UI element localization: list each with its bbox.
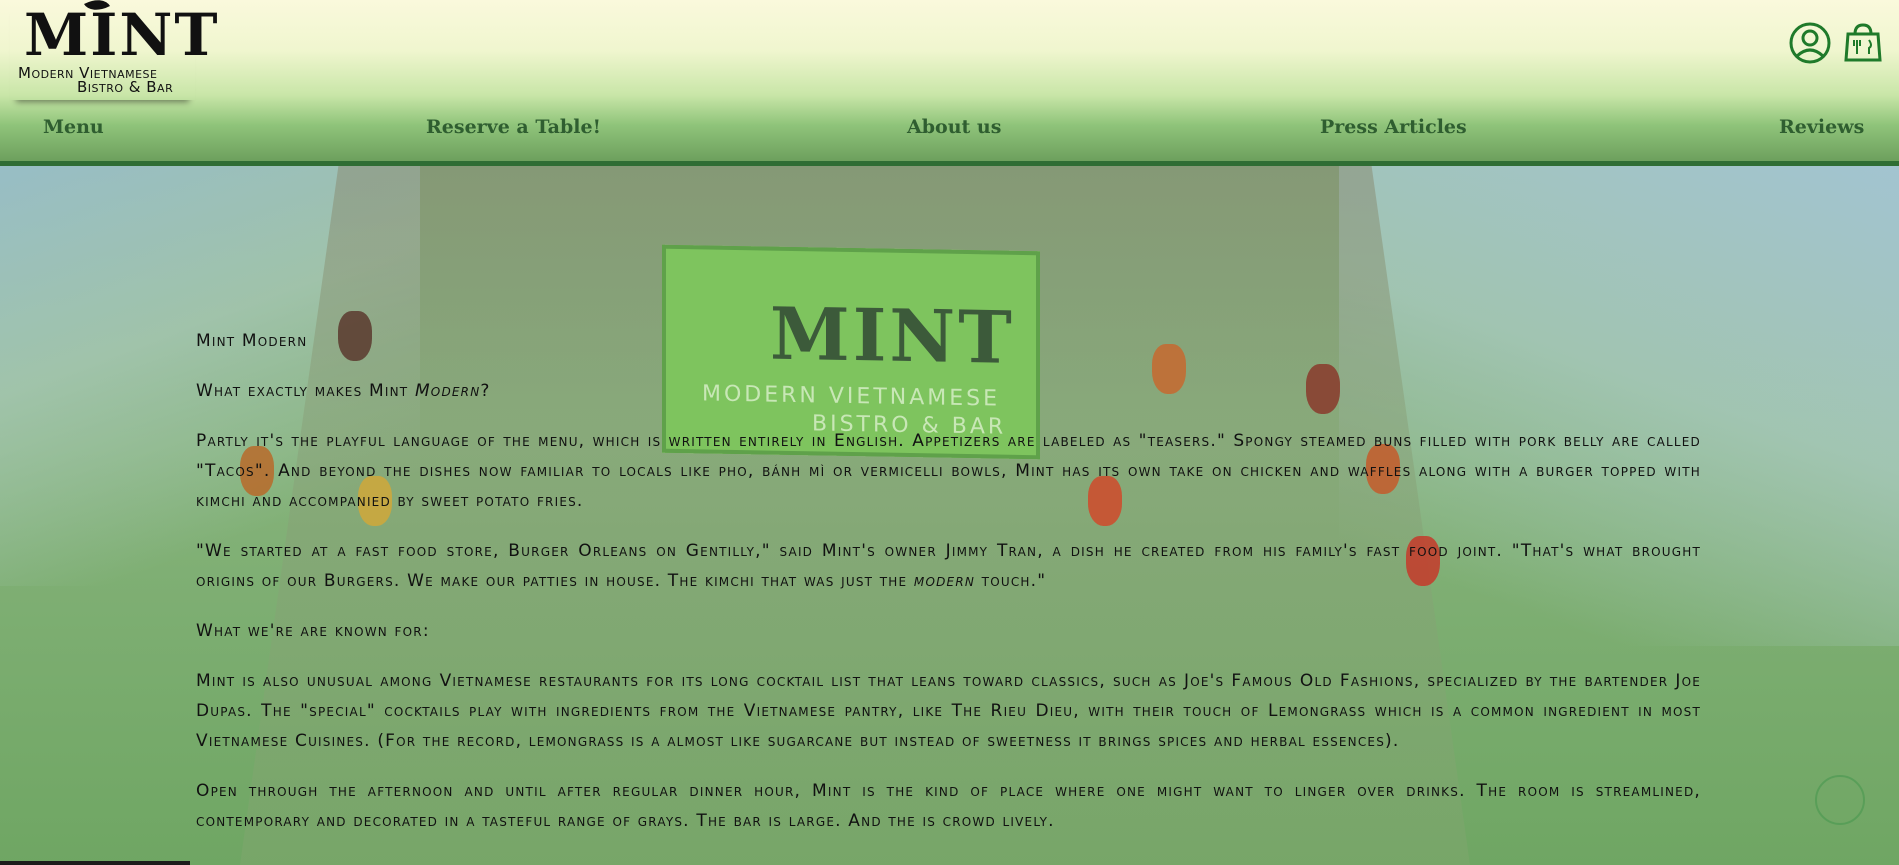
- about-content: Mint Modern What exactly makes Mint Mode…: [196, 326, 1701, 856]
- shopping-bag-icon[interactable]: [1842, 22, 1884, 64]
- nav-item-press[interactable]: Press Articles: [1320, 116, 1467, 138]
- paragraph-cocktails: Mint is also unusual among Vietnamese re…: [196, 671, 1701, 751]
- nav-item-reviews[interactable]: Reviews: [1779, 116, 1864, 138]
- logo[interactable]: MINT Modern Vietnamese Bistro & Bar: [10, 0, 218, 100]
- nav-item-reserve[interactable]: Reserve a Table!: [426, 116, 601, 138]
- nav-item-menu[interactable]: Menu: [43, 116, 104, 138]
- paragraph-menu-language: Partly it's the playful language of the …: [196, 431, 1701, 511]
- user-circle-icon[interactable]: [1789, 22, 1831, 64]
- question-line: What exactly makes Mint Modern?: [196, 381, 491, 401]
- site-header: MINT Modern Vietnamese Bistro & Bar Menu…: [0, 0, 1899, 166]
- section-title: Mint Modern: [196, 331, 308, 351]
- nav-item-about[interactable]: About us: [907, 116, 1001, 138]
- known-for-heading: What we're are known for:: [196, 621, 430, 641]
- logo-tagline-line2: Bistro & Bar: [77, 78, 174, 96]
- bottom-bar: [0, 861, 190, 865]
- scroll-to-top-button[interactable]: [1815, 775, 1865, 825]
- logo-wordmark: MINT: [24, 1, 220, 69]
- paragraph-hours: Open through the afternoon and until aft…: [196, 781, 1701, 831]
- main-nav: Menu Reserve a Table! About us Press Art…: [0, 116, 1899, 144]
- hero-section: MINT MODERN VIETNAMESE BISTRO & BAR Mint…: [0, 166, 1899, 865]
- paragraph-owner-quote: "We started at a fast food store, Burger…: [196, 541, 1701, 591]
